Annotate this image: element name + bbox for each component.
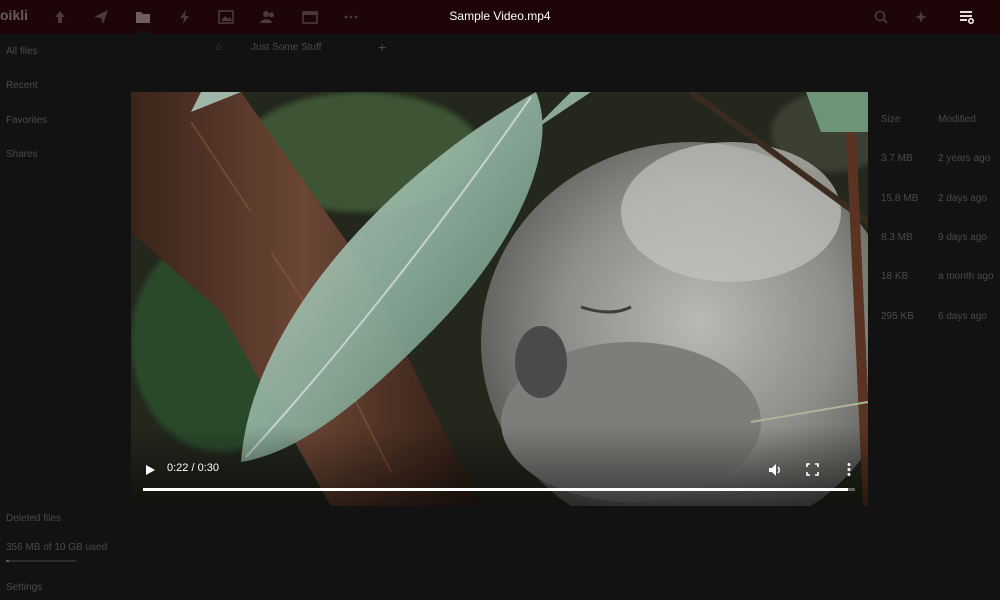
quota-bar <box>6 560 76 562</box>
home-icon[interactable]: ⌂ <box>216 42 222 53</box>
row-modified: a month ago <box>938 271 994 282</box>
more-options-icon[interactable] <box>845 462 853 477</box>
row-size: 3.7 MB <box>881 153 913 164</box>
seek-bar-played <box>143 488 848 491</box>
sparkle-icon[interactable] <box>912 8 930 26</box>
column-header-size[interactable]: Size <box>881 114 900 125</box>
sidebar-item-all-files[interactable]: All files <box>6 46 38 57</box>
top-app-bar: oikli Sample Video.mp4 <box>0 0 1000 34</box>
upload-icon[interactable] <box>51 8 69 26</box>
sidebar-item-recent[interactable]: Recent <box>6 80 38 91</box>
calendar-icon[interactable] <box>301 8 319 26</box>
quota-text: 356 MB of 10 GB used <box>6 542 108 553</box>
active-nav-indicator <box>137 28 149 34</box>
seek-bar[interactable] <box>143 488 855 491</box>
users-icon[interactable] <box>259 8 277 26</box>
row-size: 15.8 MB <box>881 193 919 204</box>
row-modified: 9 days ago <box>938 232 987 243</box>
sidebar-toggle-icon[interactable] <box>958 8 976 26</box>
breadcrumb-folder[interactable]: Just Some Stuff <box>251 42 321 53</box>
search-icon[interactable] <box>872 8 890 26</box>
volume-icon[interactable] <box>767 462 783 478</box>
sidebar-item-settings[interactable]: Settings <box>6 582 42 593</box>
row-modified: 2 years ago <box>938 153 991 164</box>
sidebar-item-shares[interactable]: Shares <box>6 149 38 160</box>
time-display: 0:22 / 0:30 <box>167 462 219 474</box>
more-icon[interactable] <box>342 8 360 26</box>
add-icon[interactable]: + <box>378 39 386 55</box>
sidebar-item-favorites[interactable]: Favorites <box>6 115 47 126</box>
controls-gradient <box>131 426 868 506</box>
app-logo[interactable]: oikli <box>0 7 28 23</box>
row-size: 18 KB <box>881 271 909 282</box>
row-modified: 2 days ago <box>938 193 987 204</box>
image-icon[interactable] <box>217 8 235 26</box>
column-header-modified[interactable]: Modified <box>938 114 976 125</box>
send-icon[interactable] <box>92 8 110 26</box>
folder-icon[interactable] <box>134 8 152 26</box>
row-size: 295 KB <box>881 311 914 322</box>
row-modified: 6 days ago <box>938 311 987 322</box>
play-icon[interactable] <box>144 464 156 476</box>
sidebar-item-deleted-files[interactable]: Deleted files <box>6 513 61 524</box>
video-player[interactable]: 0:22 / 0:30 <box>131 92 868 506</box>
row-size: 8.3 MB <box>881 232 913 243</box>
bolt-icon[interactable] <box>176 8 194 26</box>
fullscreen-icon[interactable] <box>806 463 819 476</box>
quota-fill <box>6 560 9 562</box>
